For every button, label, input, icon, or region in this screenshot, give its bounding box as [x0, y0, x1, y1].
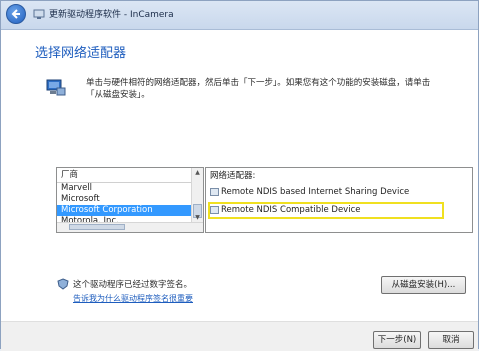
shield-icon: [57, 278, 69, 290]
list-item[interactable]: Marvell: [57, 183, 203, 194]
list-item[interactable]: Microsoft: [57, 194, 203, 205]
device-icon: [33, 9, 45, 19]
page-heading: 选择网络适配器: [35, 46, 127, 61]
window-title: 更新驱动程序软件 - InCamera: [49, 10, 174, 20]
title-bar: 更新驱动程序软件 - InCamera: [1, 1, 478, 30]
adapter-icon: [210, 205, 219, 214]
manufacturer-list[interactable]: 厂商 Marvell Microsoft Microsoft Corporati…: [56, 167, 204, 233]
list-item-label: Remote NDIS Compatible Device: [221, 205, 361, 215]
scroll-up-icon[interactable]: ▲: [192, 168, 203, 178]
list-item[interactable]: Remote NDIS based Internet Sharing Devic…: [210, 186, 409, 199]
list-item-selected[interactable]: Microsoft Corporation: [57, 205, 203, 216]
signature-status: 这个驱动程序已经过数字签名。: [73, 280, 193, 290]
have-disk-button[interactable]: 从磁盘安装(H)...: [381, 276, 466, 294]
horizontal-scrollbar[interactable]: [57, 222, 203, 232]
scrollbar-thumb[interactable]: [69, 224, 125, 230]
list-item-highlighted[interactable]: Remote NDIS Compatible Device: [208, 202, 444, 219]
adapter-icon: [210, 187, 219, 196]
signature-info-link[interactable]: 告诉我为什么驱动程序签名很重要: [73, 293, 193, 304]
back-arrow-icon: [11, 9, 20, 19]
manufacturer-list-header: 厂商: [57, 168, 203, 183]
cancel-button[interactable]: 取消: [428, 331, 474, 349]
model-list-header: 网络适配器:: [210, 171, 256, 181]
update-driver-window: 更新驱动程序软件 - InCamera 选择网络适配器 单击与硬件相符的网络适配…: [0, 0, 479, 351]
network-adapter-icon: [46, 79, 66, 96]
intro-text: 单击与硬件相符的网络适配器，然后单击「下一步」。如果您有这个功能的安装磁盘，请单…: [86, 78, 431, 100]
back-button[interactable]: [6, 4, 26, 24]
next-button[interactable]: 下一步(N): [373, 331, 421, 349]
list-item-label: Remote NDIS based Internet Sharing Devic…: [221, 187, 410, 197]
model-list[interactable]: 网络适配器: Remote NDIS based Internet Sharin…: [205, 167, 473, 233]
